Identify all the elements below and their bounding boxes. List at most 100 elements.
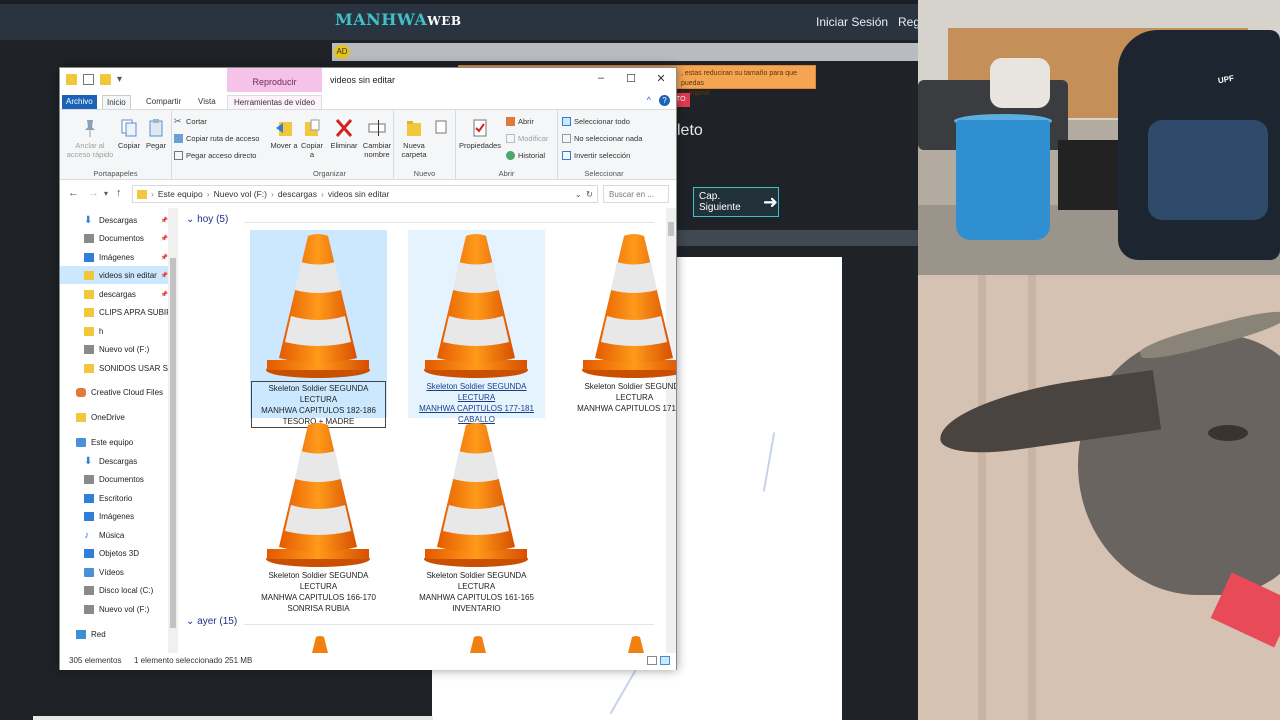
properties-button[interactable]: Propiedades [458,118,502,150]
nav-item[interactable]: Escritorio [60,489,168,507]
nav-item[interactable]: Nuevo vol (F:) [60,340,168,358]
address-dropdown-icon[interactable]: ⌄ [575,189,582,200]
copy-button[interactable]: Copiar [116,118,142,150]
nav-item[interactable]: Imágenes [60,507,168,525]
site-logo[interactable]: MANHWAWEB [335,10,462,29]
nav-item[interactable]: OneDrive [60,408,168,426]
tab-herramientas-video[interactable]: Herramientas de vídeo [227,95,322,109]
group-header-ayer[interactable]: ⌄ ayer (15) [186,616,237,627]
history-button[interactable]: Historial [506,151,545,160]
invert-selection-button[interactable]: Invertir selección [562,151,630,160]
new-item-button[interactable] [432,118,452,141]
scissors-icon: ✂ [174,116,182,126]
nav-item[interactable]: Creative Cloud Files [60,383,168,401]
refresh-icon[interactable]: ↻ [586,189,593,200]
nav-item[interactable]: videos sin editar 📌 [60,266,168,284]
edit-button[interactable]: Modificar [506,134,548,143]
nav-item[interactable]: h [60,322,168,340]
tab-inicio[interactable]: Inicio [102,95,131,109]
pin-quick-access-button[interactable]: Anclar al acceso rápido [64,118,116,159]
file-tile[interactable]: Skeleton Soldier SEGUNDA LECTURA MANHWA C… [408,230,545,424]
vlc-cone-icon[interactable] [310,635,330,653]
nav-item[interactable]: SONIDOS USAR STRE [60,359,168,377]
copy-path-button[interactable]: Copiar ruta de acceso [174,134,259,143]
file-explorer-window[interactable]: ▾ Reproducir videos sin editar – ☐ ✕ Arc… [59,67,677,670]
onedrive-icon [76,412,86,422]
tab-archivo[interactable]: Archivo [62,95,97,109]
new-folder-button[interactable]: Nueva carpeta [398,118,430,159]
delete-button[interactable]: Eliminar [328,118,360,150]
address-bar[interactable]: › Este equipo › Nuevo vol (F:) › descarg… [132,185,598,203]
login-link[interactable]: Iniciar Sesión [816,15,888,29]
file-tile[interactable]: Skeleton Soldier SEGUNDA LECTURA MANHWA C… [250,419,387,613]
crumb-este-equipo[interactable]: Este equipo [158,189,203,199]
close-button[interactable]: ✕ [654,72,668,85]
nav-item[interactable]: ⬇ Descargas 📌 [60,211,168,229]
videos-icon [84,567,94,577]
recent-dropdown-icon[interactable]: ▾ [104,189,108,198]
folder-icon [84,270,94,280]
file-list-area[interactable]: ⌄ hoy (5) ⌄ ayer (15) Skeleton Soldier S… [178,208,676,653]
back-arrow-icon[interactable]: ← [68,187,79,199]
nav-item[interactable]: CLIPS APRA SUBIR [60,303,168,321]
tab-compartir[interactable]: Compartir [142,95,185,109]
select-none-button[interactable]: No seleccionar nada [562,134,642,143]
nav-item[interactable]: ⬇ Descargas [60,452,168,470]
context-tab-reproducir[interactable]: Reproducir [227,68,322,92]
up-arrow-icon[interactable]: ↑ [116,187,122,199]
crumb-videos-sin-editar[interactable]: videos sin editar [328,189,389,199]
next-chapter-label: Cap. Siguiente [699,191,741,213]
rename-button[interactable]: Cambiar nombre [360,118,394,159]
nav-item[interactable]: Nuevo vol (F:) [60,600,168,618]
vlc-cone-icon[interactable] [626,635,646,653]
nav-item[interactable]: Este equipo [60,433,168,451]
next-chapter-button[interactable]: Cap. Siguiente ➜ [693,187,779,217]
large-icons-view-icon[interactable] [660,656,670,665]
file-tile[interactable]: Skeleton Soldier SEGUNDA LECTURA MANHWA C… [250,230,387,428]
nav-item[interactable]: Imágenes 📌 [60,248,168,266]
details-view-icon[interactable] [647,656,657,665]
file-tile[interactable]: Skeleton Soldier SEGUNDA LECTURA MANHWA C… [566,230,676,418]
vlc-cone-icon[interactable] [468,635,488,653]
ad-badge[interactable]: AD [334,45,350,59]
nav-scrollbar[interactable] [168,208,178,653]
history-icon [506,151,515,160]
nav-item[interactable]: Documentos 📌 [60,229,168,247]
copiar-label: Copiar [117,141,141,150]
group-portapapeles: Anclar al acceso rápido Copiar Pegar Por… [60,110,172,180]
maximize-button[interactable]: ☐ [624,72,638,85]
search-input[interactable]: Buscar en ... [603,185,669,203]
dropdown-icon[interactable]: ▾ [117,74,128,85]
paste-button[interactable]: Pegar [144,118,168,150]
open-button[interactable]: Abrir [506,117,534,126]
new-folder-icon[interactable] [100,74,111,85]
move-to-button[interactable]: Mover a [270,118,298,150]
nav-item[interactable]: Disco local (C:) [60,581,168,599]
crumb-descargas[interactable]: descargas [278,189,317,199]
forward-arrow-icon[interactable]: → [88,187,99,199]
help-icon[interactable]: ? [659,95,670,106]
cut-button[interactable]: ✂ Cortar [174,116,207,127]
nav-item[interactable]: ♪ Música [60,526,168,544]
copy-to-button[interactable]: Copiar a [298,118,326,159]
title-bar[interactable]: ▾ Reproducir videos sin editar – ☐ ✕ [60,68,676,93]
file-name: Skeleton Soldier SEGUNDA LECTURA MANHWA C… [250,570,387,614]
group-header-hoy[interactable]: ⌄ hoy (5) [186,214,228,225]
paste-shortcut-button[interactable]: Pegar acceso directo [174,151,256,160]
nav-item[interactable]: Red [60,625,168,643]
help-area: ^ ? [647,95,670,106]
folder-icon [137,189,147,199]
nav-item[interactable]: Documentos [60,470,168,488]
desktop-icon [84,493,94,503]
select-all-button[interactable]: Seleccionar todo [562,117,630,126]
file-tile[interactable]: Skeleton Soldier SEGUNDA LECTURA MANHWA C… [408,419,545,613]
nav-item[interactable]: descargas 📌 [60,285,168,303]
nav-scroll-thumb[interactable] [170,258,176,628]
properties-icon[interactable] [83,74,94,85]
nav-item[interactable]: Objetos 3D [60,544,168,562]
collapse-ribbon-icon[interactable]: ^ [647,95,651,106]
tab-vista[interactable]: Vista [194,95,220,109]
nav-item[interactable]: Vídeos [60,563,168,581]
crumb-nuevo-vol[interactable]: Nuevo vol (F:) [214,189,267,199]
minimize-button[interactable]: – [594,72,608,84]
